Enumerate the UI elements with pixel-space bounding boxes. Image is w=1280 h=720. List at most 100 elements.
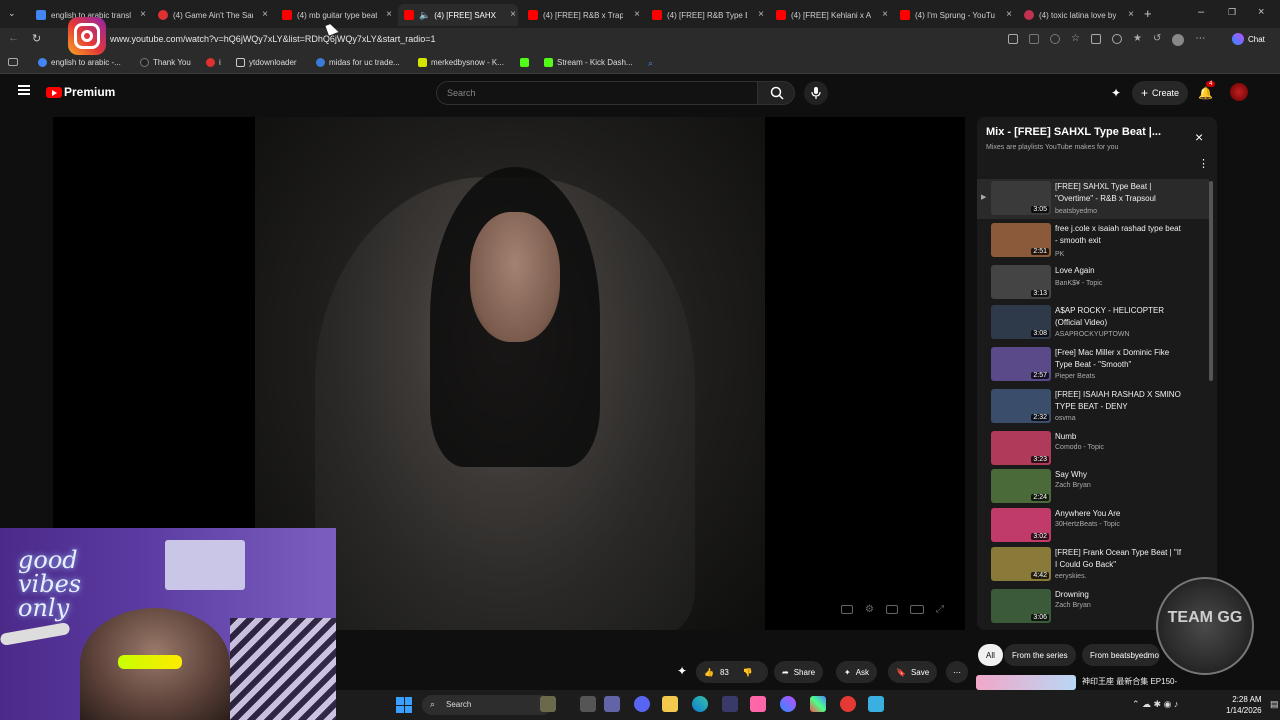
bookmark-kick-icon-only[interactable] xyxy=(520,58,533,67)
recommended-thumbnail[interactable] xyxy=(976,675,1076,690)
tab-list-chevron-icon[interactable]: ⌄ xyxy=(8,8,16,19)
more-actions-button[interactable]: ⋯ xyxy=(946,661,968,683)
favorites-icon[interactable]: ★ xyxy=(1133,34,1142,46)
zoom-icon[interactable] xyxy=(1050,34,1060,44)
theater-mode-icon[interactable] xyxy=(909,605,924,614)
bookmark-merkedbysnow[interactable]: merkedbysnow - K... xyxy=(418,58,504,67)
bookmark-midas[interactable]: midas for uc trade... xyxy=(316,58,400,67)
back-icon[interactable]: ← xyxy=(8,32,19,44)
close-tab-icon[interactable]: × xyxy=(1006,9,1012,20)
account-avatar[interactable] xyxy=(1230,83,1248,101)
like-button[interactable]: 👍 83 👎 xyxy=(696,661,768,683)
playlist-item[interactable]: 2:32 [FREE] ISAIAH RASHAD X SMINO TYPE B… xyxy=(977,387,1209,427)
tab-toxic-latina[interactable]: (4) toxic latina love by × xyxy=(1018,4,1136,26)
voice-search-button[interactable] xyxy=(804,81,828,105)
bookmark-stream-kick[interactable]: Stream - Kick Dash... xyxy=(544,58,633,67)
youtube-premium-logo[interactable]: Premium xyxy=(46,85,115,99)
playlist-item[interactable]: 3:13 Love Again BanK$¥ - Topic xyxy=(977,263,1209,303)
extension-puzzle-icon[interactable] xyxy=(1090,34,1101,44)
history-icon[interactable]: ↺ xyxy=(1153,34,1161,46)
notepad-icon[interactable] xyxy=(868,696,884,712)
system-tray-icons[interactable]: ⌃ ☁ ✱ ◉ ♪ xyxy=(1132,699,1178,710)
close-window-button[interactable]: × xyxy=(1258,6,1264,18)
taskbar-search[interactable]: ⌕ Search xyxy=(422,695,552,715)
search-button[interactable] xyxy=(757,81,795,105)
discord-icon[interactable] xyxy=(634,696,650,712)
edge-icon[interactable] xyxy=(692,696,708,712)
audio-playing-icon[interactable]: 🔈 xyxy=(419,10,430,21)
app-multicolor-icon[interactable] xyxy=(810,696,826,712)
tab-rnb-trapsoul[interactable]: (4) [FREE] R&B x Trapsoul × xyxy=(522,4,642,26)
playlist-more-icon[interactable]: ⋮ xyxy=(1198,157,1209,170)
create-button[interactable]: + Create xyxy=(1132,81,1188,105)
teams-icon[interactable] xyxy=(604,696,620,712)
playlist-item[interactable]: ▶ 3:05 [FREE] SAHXL Type Beat | "Overtim… xyxy=(977,179,1209,219)
close-tab-icon[interactable]: × xyxy=(510,9,516,20)
app-red-icon[interactable] xyxy=(840,696,856,712)
search-highlight-icon[interactable] xyxy=(540,696,556,712)
copilot-chat-button[interactable]: Chat xyxy=(1232,33,1265,45)
new-tab-button[interactable]: + xyxy=(1144,6,1152,21)
chip-all[interactable]: All xyxy=(978,644,1003,666)
close-playlist-icon[interactable]: × xyxy=(1195,129,1203,145)
miniplayer-icon[interactable] xyxy=(885,605,898,614)
browser-essentials-icon[interactable] xyxy=(1111,34,1122,44)
playlist-scrollbar[interactable] xyxy=(1209,181,1213,381)
task-view-icon[interactable] xyxy=(580,696,596,712)
reader-icon[interactable] xyxy=(1029,34,1039,44)
maximize-button[interactable]: ❐ xyxy=(1228,7,1236,18)
store-icon[interactable] xyxy=(722,696,738,712)
bookmark-search[interactable]: ⌕ xyxy=(648,58,653,69)
sidebar-toggle-icon[interactable] xyxy=(8,58,18,66)
subtitles-icon[interactable] xyxy=(841,605,853,614)
gemini-icon[interactable]: ✦ xyxy=(1111,86,1121,100)
bookmark-translate[interactable]: english to arabic -... xyxy=(38,58,121,67)
settings-gear-icon[interactable]: ⚙ xyxy=(865,605,874,615)
playlist-title[interactable]: Mix - [FREE] SAHXL Type Beat |... xyxy=(986,126,1161,138)
tab-game-aint-the-same[interactable]: (4) Game Ain't The Same × xyxy=(152,4,270,26)
close-tab-icon[interactable]: × xyxy=(882,9,888,20)
playlist-item[interactable]: 2:57 [Free] Mac Miller x Dominic Fike Ty… xyxy=(977,345,1209,385)
fullscreen-icon[interactable]: ⤢ xyxy=(936,605,944,615)
chip-from-the-series[interactable]: From the series xyxy=(1004,644,1076,666)
app-pink-icon[interactable] xyxy=(750,696,766,712)
favorite-star-icon[interactable]: ☆ xyxy=(1071,34,1080,46)
tab-im-sprung[interactable]: (4) I'm Sprung - YouTube × xyxy=(894,4,1014,26)
playlist-item[interactable]: 4:42 [FREE] Frank Ocean Type Beat | "If … xyxy=(977,545,1209,585)
bookmark-i[interactable]: i xyxy=(206,58,221,67)
search-input[interactable]: Search xyxy=(436,81,758,105)
close-tab-icon[interactable]: × xyxy=(140,9,146,20)
tab-kehlani[interactable]: (4) [FREE] Kehlani x Aaliyah × xyxy=(770,4,890,26)
playlist-item[interactable]: 2:24 Say Why Zach Bryan xyxy=(977,467,1209,507)
gemini-sparkle-icon[interactable]: ✦ xyxy=(677,664,687,678)
recommended-title[interactable]: 神印王座 最新合集 EP150- xyxy=(1082,676,1177,687)
tab-sahxl-active[interactable]: 🔈 (4) [FREE] SAHXL Type Beat × xyxy=(398,4,518,26)
hamburger-menu-icon[interactable] xyxy=(18,85,30,95)
close-tab-icon[interactable]: × xyxy=(758,9,764,20)
profile-avatar[interactable] xyxy=(1172,34,1185,46)
more-menu-icon[interactable]: ⋯ xyxy=(1195,34,1205,46)
translate-icon[interactable] xyxy=(1008,34,1018,44)
tab-rnb-type-beat[interactable]: (4) [FREE] R&B Type Beat × xyxy=(646,4,766,26)
close-tab-icon[interactable]: × xyxy=(634,9,640,20)
start-windows-icon[interactable] xyxy=(396,697,412,713)
taskbar-clock[interactable]: 2:28 AM 1/14/2026 xyxy=(1226,694,1262,716)
notifications-button[interactable]: 🔔 4 xyxy=(1198,81,1216,102)
playlist-item[interactable]: 2:51 free j.cole x isaiah rashad type be… xyxy=(977,221,1209,261)
file-explorer-icon[interactable] xyxy=(662,696,678,712)
ask-button[interactable]: ✦ Ask xyxy=(836,661,878,683)
save-button[interactable]: 🔖 Save xyxy=(888,661,938,683)
chip-from-channel[interactable]: From beatsbyedmo xyxy=(1082,644,1160,666)
close-tab-icon[interactable]: × xyxy=(1128,9,1134,20)
share-button[interactable]: ➦ Share xyxy=(774,661,824,683)
playlist-item[interactable]: 3:02 Anywhere You Are 30HertzBeats - Top… xyxy=(977,506,1209,546)
close-tab-icon[interactable]: × xyxy=(386,9,392,20)
url-field[interactable]: www.youtube.com/watch?v=hQ6jWQy7xLY&list… xyxy=(110,34,436,44)
dislike-icon[interactable]: 👎 xyxy=(743,668,753,677)
minimize-button[interactable]: – xyxy=(1198,6,1204,18)
close-tab-icon[interactable]: × xyxy=(262,9,268,20)
playlist-item[interactable]: 3:08 A$AP ROCKY - HELICOPTER (Official V… xyxy=(977,303,1209,343)
playlist-item[interactable]: 3:23 Numb Comodo - Topic xyxy=(977,429,1209,469)
bookmark-thank-you[interactable]: Thank You xyxy=(140,58,191,67)
reload-icon[interactable]: ↻ xyxy=(32,32,41,45)
